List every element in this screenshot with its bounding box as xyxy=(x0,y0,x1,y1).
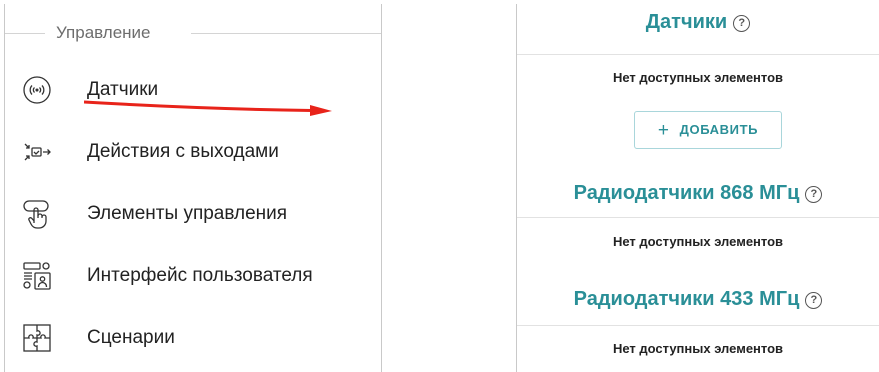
sensors-panel: Датчики? Нет доступных элементов + ДОБАВИ… xyxy=(516,4,879,372)
menu-item-label: Интерфейс пользователя xyxy=(87,265,313,286)
divider xyxy=(191,33,381,34)
menu-item-controls[interactable]: Элементы управления xyxy=(5,190,381,240)
touch-control-icon xyxy=(21,198,53,230)
empty-state-text: Нет доступных элементов xyxy=(612,341,784,356)
help-icon[interactable]: ? xyxy=(805,292,823,309)
menu-item-label: Действия с выходами xyxy=(87,141,279,162)
group-title: Радиодатчики 868 МГц xyxy=(573,182,800,204)
group-header-radio-868: Радиодатчики 868 МГц? xyxy=(517,178,879,208)
menu-item-output-actions[interactable]: Действия с выходами xyxy=(5,128,381,178)
help-icon[interactable]: ? xyxy=(733,15,751,32)
menu-item-user-interface[interactable]: Интерфейс пользователя xyxy=(5,252,381,302)
group-header-sensors: Датчики? xyxy=(517,7,879,37)
menu-item-label: Сценарии xyxy=(87,327,175,348)
divider xyxy=(517,325,879,326)
empty-state-text: Нет доступных элементов xyxy=(612,70,784,85)
group-header-radio-433: Радиодатчики 433 МГц? xyxy=(517,284,879,314)
empty-state-text: Нет доступных элементов xyxy=(612,234,784,249)
section-title-label: Управление xyxy=(56,23,151,42)
menu-item-scenarios[interactable]: Сценарии xyxy=(5,314,381,364)
menu-item-label: Датчики xyxy=(87,79,159,100)
section-title: Управление xyxy=(5,22,381,42)
user-interface-icon xyxy=(21,260,53,292)
divider xyxy=(5,33,45,34)
puzzle-icon xyxy=(21,322,53,354)
help-icon[interactable]: ? xyxy=(805,186,823,203)
sensor-icon xyxy=(21,74,53,106)
group-title: Датчики xyxy=(645,11,728,33)
add-button[interactable]: + ДОБАВИТЬ xyxy=(634,111,782,149)
annotation-arrow xyxy=(84,100,332,116)
divider xyxy=(517,54,879,55)
add-button-label: ДОБАВИТЬ xyxy=(679,122,759,137)
divider xyxy=(517,217,879,218)
plus-icon: + xyxy=(657,120,670,141)
menu-item-label: Элементы управления xyxy=(87,203,288,224)
group-title: Радиодатчики 433 МГц xyxy=(573,288,800,310)
output-actions-icon xyxy=(21,136,53,168)
control-menu-panel: Управление Датчики Действия с выходами Э… xyxy=(4,4,382,372)
